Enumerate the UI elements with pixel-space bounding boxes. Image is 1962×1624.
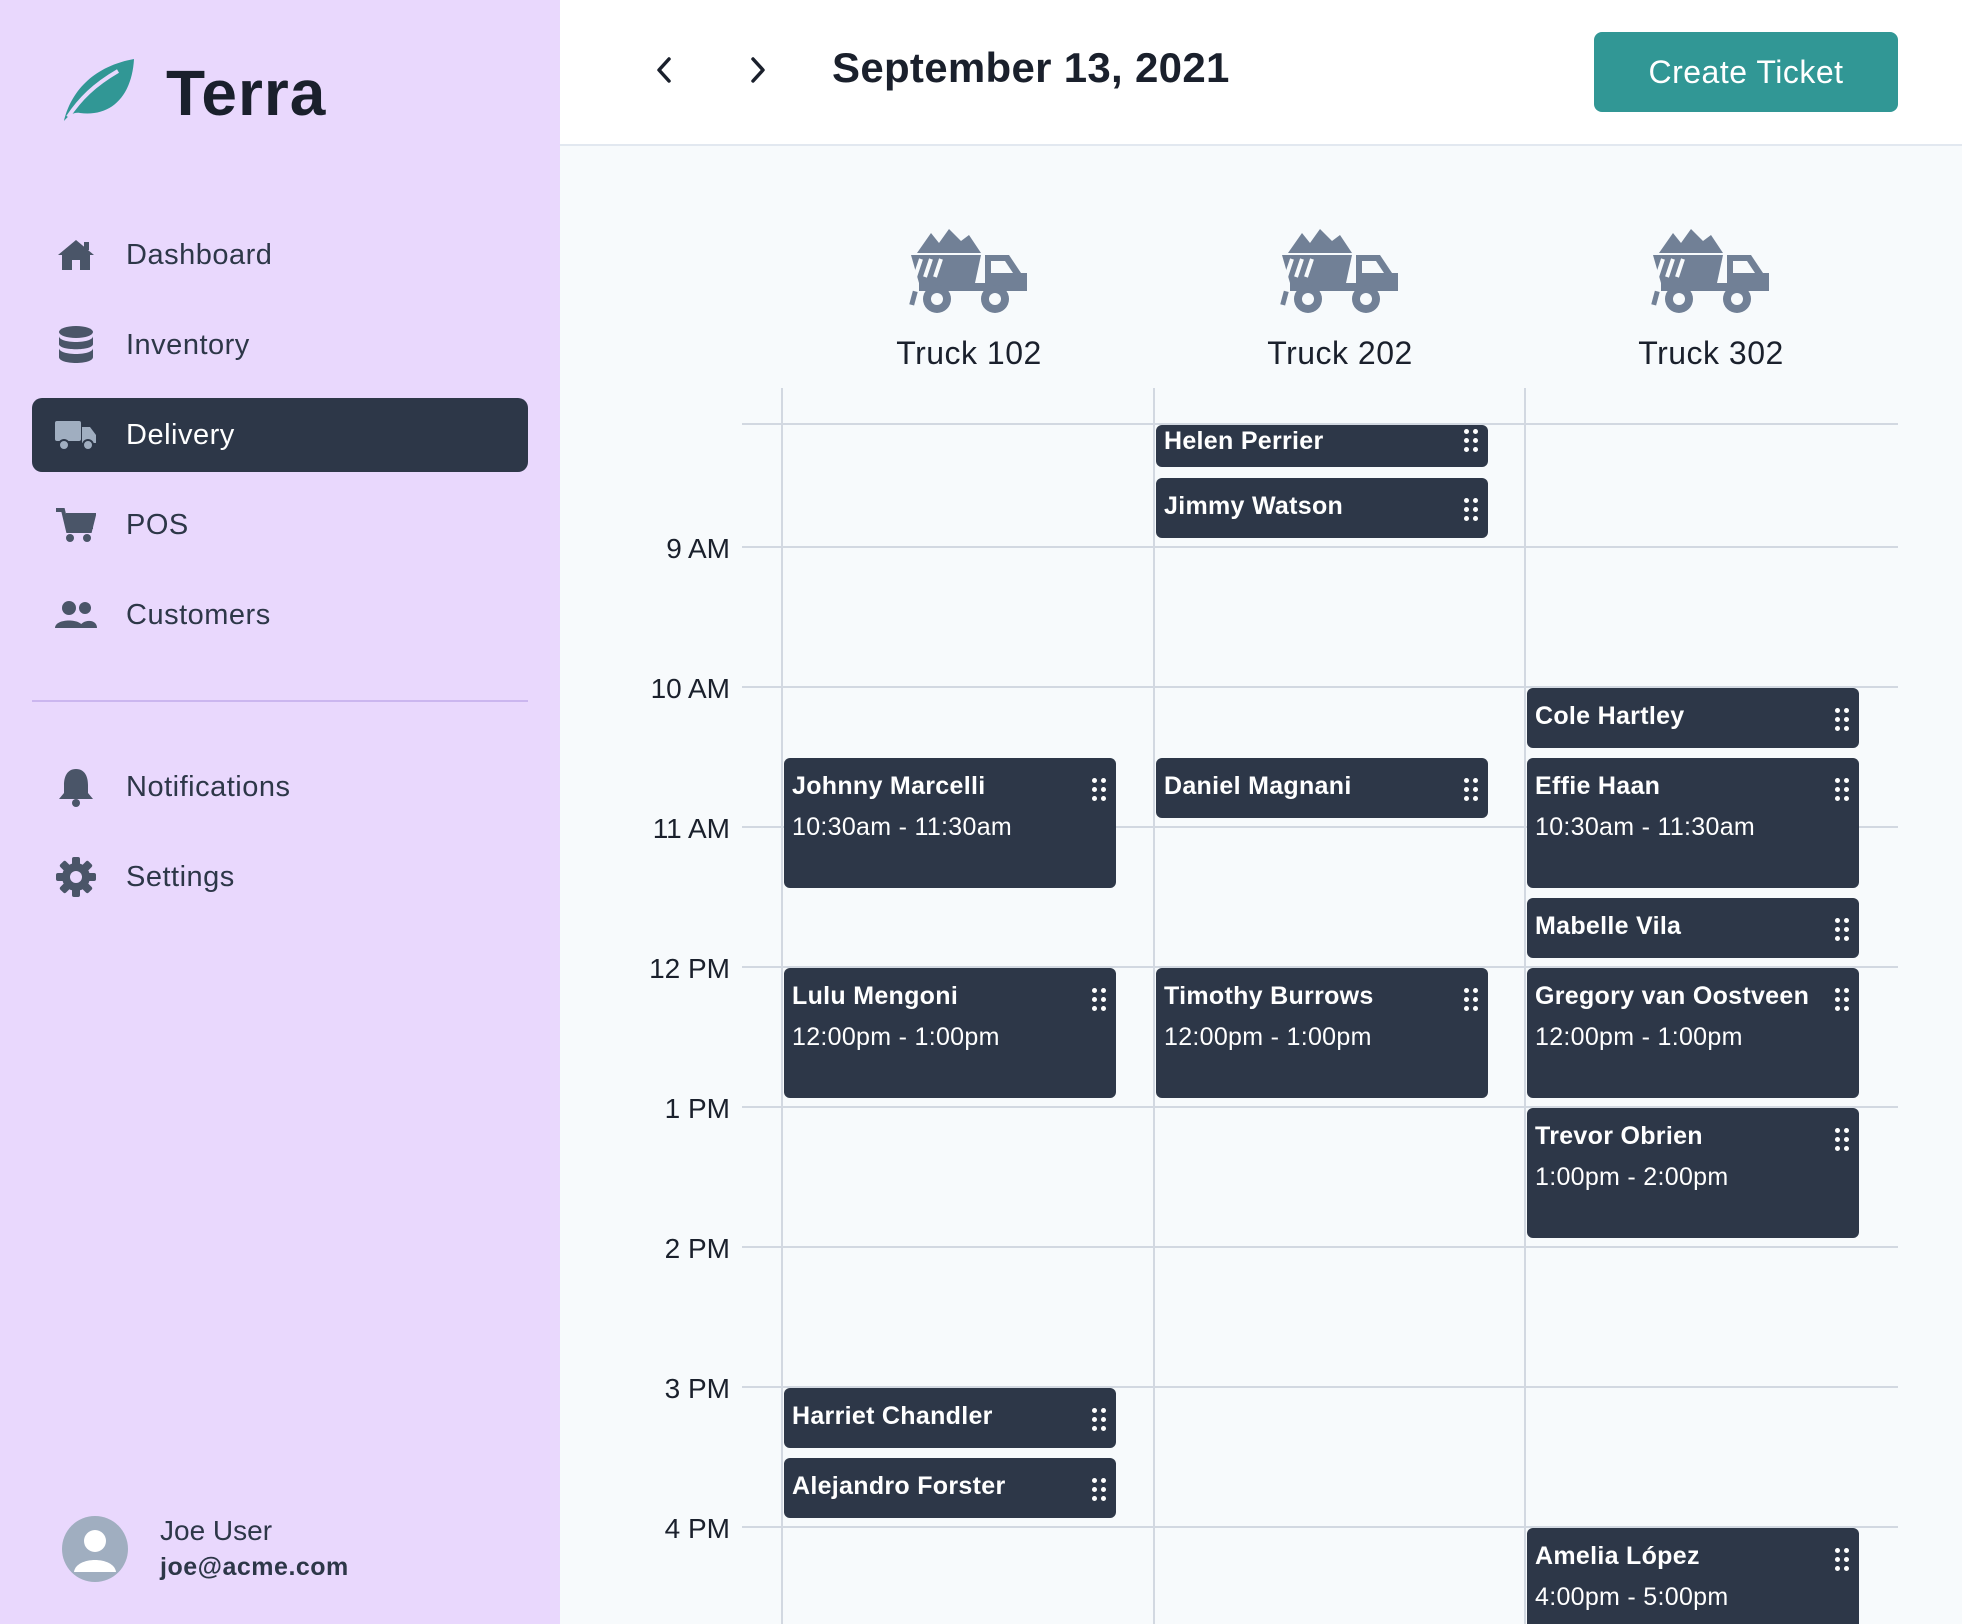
- calendar: Truck 102 Truck 202 Truck 302 9 AM 10 AM…: [0, 0, 1962, 1624]
- event-customer: Helen Perrier: [1164, 427, 1324, 455]
- drag-handle-icon[interactable]: [1464, 498, 1478, 522]
- delivery-event[interactable]: Cole Hartley: [1527, 688, 1859, 748]
- dump-truck-icon: [1561, 225, 1861, 317]
- event-customer: Amelia López: [1535, 1542, 1700, 1570]
- truck-column-header: Truck 202: [1190, 225, 1490, 372]
- drag-handle-icon[interactable]: [1092, 988, 1106, 1012]
- delivery-event[interactable]: Helen Perrier: [1156, 425, 1488, 467]
- delivery-event[interactable]: Harriet Chandler: [784, 1388, 1116, 1448]
- drag-handle-icon[interactable]: [1464, 988, 1478, 1012]
- event-customer: Trevor Obrien: [1535, 1122, 1703, 1150]
- event-customer: Harriet Chandler: [792, 1402, 993, 1430]
- truck-name: Truck 302: [1638, 335, 1784, 371]
- drag-handle-icon[interactable]: [1092, 1478, 1106, 1502]
- truck-column-header: Truck 102: [819, 225, 1119, 372]
- delivery-event[interactable]: Effie Haan 10:30am - 11:30am: [1527, 758, 1859, 888]
- event-time: 4:00pm - 5:00pm: [1535, 1583, 1729, 1611]
- column-divider: [781, 388, 783, 1624]
- time-label: 4 PM: [664, 1513, 730, 1544]
- dump-truck-icon: [819, 225, 1119, 317]
- drag-handle-icon[interactable]: [1835, 988, 1849, 1012]
- time-label: 11 AM: [652, 813, 730, 844]
- event-customer: Alejandro Forster: [792, 1472, 1006, 1500]
- delivery-event[interactable]: Trevor Obrien 1:00pm - 2:00pm: [1527, 1108, 1859, 1238]
- delivery-event[interactable]: Timothy Burrows 12:00pm - 1:00pm: [1156, 968, 1488, 1098]
- column-divider: [1524, 388, 1526, 1624]
- column-divider: [1153, 388, 1155, 1624]
- delivery-event[interactable]: Amelia López 4:00pm - 5:00pm: [1527, 1528, 1859, 1624]
- time-label: 3 PM: [664, 1373, 730, 1404]
- event-time: 12:00pm - 1:00pm: [792, 1023, 1000, 1051]
- hour-line: [742, 546, 1898, 548]
- truck-column-header: Truck 302: [1561, 225, 1861, 372]
- delivery-event[interactable]: Daniel Magnani: [1156, 758, 1488, 818]
- drag-handle-icon[interactable]: [1835, 1548, 1849, 1572]
- event-customer: Effie Haan: [1535, 772, 1661, 800]
- truck-name: Truck 202: [1267, 335, 1413, 371]
- time-label: 12 PM: [649, 953, 730, 984]
- delivery-event[interactable]: Mabelle Vila: [1527, 898, 1859, 958]
- truck-name: Truck 102: [896, 335, 1042, 371]
- event-customer: Mabelle Vila: [1535, 912, 1682, 940]
- delivery-event[interactable]: Lulu Mengoni 12:00pm - 1:00pm: [784, 968, 1116, 1098]
- event-customer: Daniel Magnani: [1164, 772, 1352, 800]
- time-label: 1 PM: [664, 1093, 730, 1124]
- dump-truck-icon: [1190, 225, 1490, 317]
- event-customer: Jimmy Watson: [1164, 492, 1344, 520]
- drag-handle-icon[interactable]: [1464, 429, 1478, 453]
- event-time: 10:30am - 11:30am: [792, 813, 1013, 841]
- delivery-event[interactable]: Johnny Marcelli 10:30am - 11:30am: [784, 758, 1116, 888]
- event-time: 1:00pm - 2:00pm: [1535, 1163, 1729, 1191]
- drag-handle-icon[interactable]: [1835, 708, 1849, 732]
- time-label: 9 AM: [666, 533, 730, 564]
- event-customer: Lulu Mengoni: [792, 982, 959, 1010]
- event-time: 10:30am - 11:30am: [1535, 813, 1756, 841]
- drag-handle-icon[interactable]: [1092, 1408, 1106, 1432]
- drag-handle-icon[interactable]: [1835, 918, 1849, 942]
- drag-handle-icon[interactable]: [1835, 778, 1849, 802]
- delivery-event[interactable]: Alejandro Forster: [784, 1458, 1116, 1518]
- event-time: 12:00pm - 1:00pm: [1535, 1023, 1743, 1051]
- event-customer: Gregory van Oostveen: [1535, 982, 1810, 1010]
- drag-handle-icon[interactable]: [1835, 1128, 1849, 1152]
- time-label: 10 AM: [650, 673, 730, 704]
- delivery-event[interactable]: Jimmy Watson: [1156, 478, 1488, 538]
- event-customer: Timothy Burrows: [1164, 982, 1374, 1010]
- delivery-event[interactable]: Gregory van Oostveen 12:00pm - 1:00pm: [1527, 968, 1859, 1098]
- event-customer: Cole Hartley: [1535, 702, 1685, 730]
- event-customer: Johnny Marcelli: [792, 772, 986, 800]
- hour-line: [742, 1246, 1898, 1248]
- drag-handle-icon[interactable]: [1464, 778, 1478, 802]
- event-time: 12:00pm - 1:00pm: [1164, 1023, 1372, 1051]
- drag-handle-icon[interactable]: [1092, 778, 1106, 802]
- time-label: 2 PM: [664, 1233, 730, 1264]
